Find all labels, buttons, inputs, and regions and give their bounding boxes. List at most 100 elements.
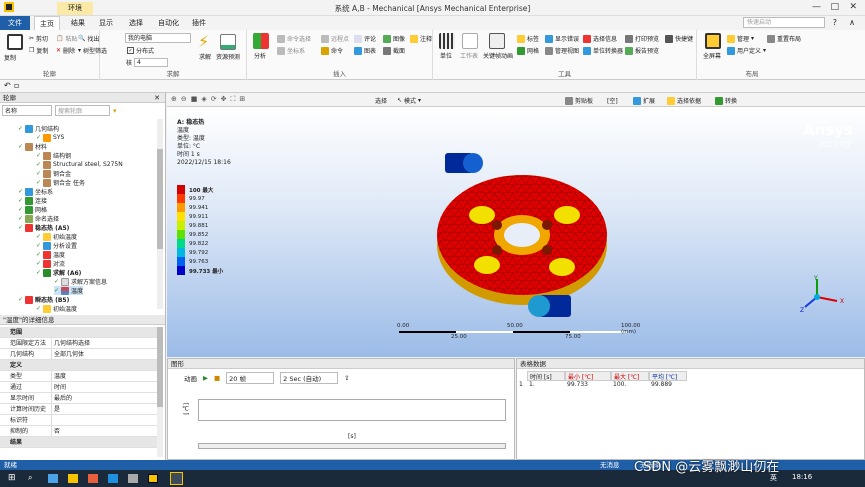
app-icon[interactable] xyxy=(128,474,138,483)
zoom-tools[interactable]: ⊕ ⊖ ■ ◈ ⟳ ✥ ⛶ ⊞ xyxy=(171,95,245,104)
empty-button[interactable]: [空] xyxy=(607,96,618,105)
windows-start-icon[interactable]: ⊞ xyxy=(8,473,16,483)
insert-command-select[interactable]: 命令选择 xyxy=(277,34,311,43)
browser-icon[interactable] xyxy=(108,474,118,483)
copy-button[interactable]: ❐ 复制 xyxy=(29,46,48,55)
close-icon[interactable]: ✕ xyxy=(154,94,160,102)
clock[interactable]: 18:16 xyxy=(792,473,812,481)
input-language[interactable]: 英 xyxy=(770,473,777,483)
resource-prediction-button[interactable]: 资源预测 xyxy=(216,52,240,61)
tree-node-material[interactable]: ✓ 钢合金 xyxy=(36,169,71,178)
outline-search-input[interactable]: 搜索轮廓 xyxy=(55,105,110,116)
tree-node-material[interactable]: ✓ 结构钢 xyxy=(36,151,71,160)
paste-button[interactable]: 📋 粘贴 xyxy=(56,34,78,43)
mesh-button[interactable]: 网格 xyxy=(517,46,539,55)
zoom-in-icon[interactable]: ⊕ xyxy=(171,95,177,104)
insert-image[interactable]: 图像 xyxy=(383,34,405,43)
tab-file[interactable]: 文件 xyxy=(0,16,30,30)
details-value[interactable]: 全部几何体 xyxy=(51,349,84,360)
manage-views-button[interactable]: 管理视图 xyxy=(545,46,579,55)
tab-home[interactable]: 主页 xyxy=(34,16,60,30)
stop-icon[interactable]: ■ xyxy=(214,374,220,382)
collapse-ribbon-icon[interactable]: ∧ xyxy=(849,18,855,27)
minimize-button[interactable]: — xyxy=(812,2,821,12)
resource-chart-icon[interactable] xyxy=(220,34,236,50)
duration-select[interactable]: 2 Sec (自动) xyxy=(280,371,339,384)
print-preview-button[interactable]: 打印预览 xyxy=(625,34,659,43)
manage-button[interactable]: 管理 ▾ xyxy=(727,34,754,43)
tab-selection[interactable]: 选择 xyxy=(124,16,148,30)
details-row[interactable]: 类型 温度 xyxy=(0,371,158,382)
graph-plot-area[interactable] xyxy=(198,399,506,421)
details-row[interactable]: 显示时间 最后的 xyxy=(0,393,158,404)
tree-node-materials[interactable]: ✓ 材料 xyxy=(18,142,47,151)
keyframe-animation-icon[interactable] xyxy=(489,33,505,49)
pan-icon[interactable]: ✥ xyxy=(221,95,227,104)
tree-scrollbar[interactable] xyxy=(157,119,163,309)
axis-triad[interactable] xyxy=(797,275,847,315)
extend-button[interactable]: 扩展 xyxy=(633,96,655,105)
solve-process-select[interactable]: 我的电脑 xyxy=(125,33,191,43)
tree-node-named-selections[interactable]: ✓ 命名选择 xyxy=(18,214,59,223)
report-preview-button[interactable]: 报告预览 xyxy=(625,46,659,55)
details-value[interactable]: 几何结构选择 xyxy=(51,338,90,349)
analysis-button[interactable]: 分析 xyxy=(254,51,266,60)
tree-node-solution[interactable]: ✓ 求解 (A6) xyxy=(36,268,81,277)
distributed-checkbox[interactable]: ✓ 分布式 xyxy=(127,46,154,55)
graphics-viewport[interactable]: A: 稳态热 温度 类型: 温度 单位: °C 时间 1 s 2022/12/1… xyxy=(167,107,865,357)
filter-icon[interactable]: ▾ xyxy=(113,107,117,115)
help-icon[interactable]: ? xyxy=(833,18,837,27)
units-button[interactable]: 单位 xyxy=(440,51,452,60)
duplicate-icon[interactable] xyxy=(7,34,23,50)
fullscreen-icon[interactable] xyxy=(705,33,721,49)
insert-comment[interactable]: 评论 xyxy=(354,34,376,43)
tab-automation[interactable]: 自动化 xyxy=(153,16,184,30)
tree-node-temperature-result[interactable]: ✓ 温度 xyxy=(54,286,84,295)
details-value[interactable] xyxy=(51,415,54,426)
tree-node-initial-temp[interactable]: ✓ 初始温度 xyxy=(36,232,77,241)
rotate-icon[interactable]: ⟳ xyxy=(211,95,217,104)
tab-display[interactable]: 显示 xyxy=(94,16,118,30)
tree-node-material[interactable]: ✓ Structural steel, S275N xyxy=(36,160,123,169)
table-row[interactable]: 1 1. 99.733 100. 99.889 xyxy=(519,381,687,390)
reset-layout-button[interactable]: 重置布局 xyxy=(767,34,801,43)
task-view-icon[interactable] xyxy=(48,474,58,483)
tree-node-temperature[interactable]: ✓ 温度 xyxy=(36,250,65,259)
tags-button[interactable]: 标签 xyxy=(517,34,539,43)
save-icon[interactable]: ▫ xyxy=(14,81,19,90)
cube-icon[interactable]: ■ xyxy=(191,95,198,104)
details-row[interactable]: 几何结构 全部几何体 xyxy=(0,349,158,360)
export-icon[interactable]: ⇪ xyxy=(344,374,349,382)
details-section-header[interactable]: 范围 xyxy=(0,327,158,338)
details-scrollbar[interactable] xyxy=(157,327,163,457)
cores-field[interactable]: 核4 xyxy=(126,58,169,67)
details-row[interactable]: 范围限定方法 几何结构选择 xyxy=(0,338,158,349)
insert-coordinate-system[interactable]: 坐标系 xyxy=(277,46,305,55)
insert-commands[interactable]: 命令 xyxy=(321,46,343,55)
search-icon[interactable]: ⌕ xyxy=(28,473,32,483)
tree-node-analysis-settings[interactable]: ✓ 分析设置 xyxy=(36,241,77,250)
tree-node-transient-thermal[interactable]: ✓ 瞬态热 (B5) xyxy=(18,295,69,304)
details-value[interactable]: 温度 xyxy=(51,371,66,382)
user-defined-button[interactable]: 用户定义 ▾ xyxy=(727,46,766,55)
timeline-slider[interactable] xyxy=(198,443,506,449)
worksheet-icon[interactable] xyxy=(462,33,478,49)
name-filter-select[interactable]: 名称 xyxy=(2,105,52,116)
selection-info-button[interactable]: 选择信息 xyxy=(583,34,617,43)
quick-launch-input[interactable]: 快速启动 xyxy=(743,17,825,28)
frames-select[interactable]: 20 帧 xyxy=(226,371,275,384)
insert-section[interactable]: 截面 xyxy=(383,46,405,55)
find-button[interactable]: 🔍 找出 xyxy=(78,34,100,43)
thermal-model[interactable] xyxy=(427,145,617,335)
keyframe-animation-button[interactable]: 关键帧动画 xyxy=(483,51,513,60)
insert-annotation[interactable]: 注释 xyxy=(410,34,432,43)
file-explorer-icon[interactable] xyxy=(68,474,78,483)
solve-button[interactable]: 求解 xyxy=(199,52,211,61)
shortcut-keys-button[interactable]: 快捷键 xyxy=(665,34,693,43)
tab-results[interactable]: 结果 xyxy=(66,16,90,30)
undo-icon[interactable]: ↶ xyxy=(4,81,11,90)
tree-node-sys[interactable]: ✓ SYS xyxy=(36,133,64,142)
app-icon[interactable] xyxy=(88,474,98,483)
show-errors-button[interactable]: 显示错误 xyxy=(545,34,579,43)
tree-node-mesh[interactable]: ✓ 网格 xyxy=(18,205,47,214)
